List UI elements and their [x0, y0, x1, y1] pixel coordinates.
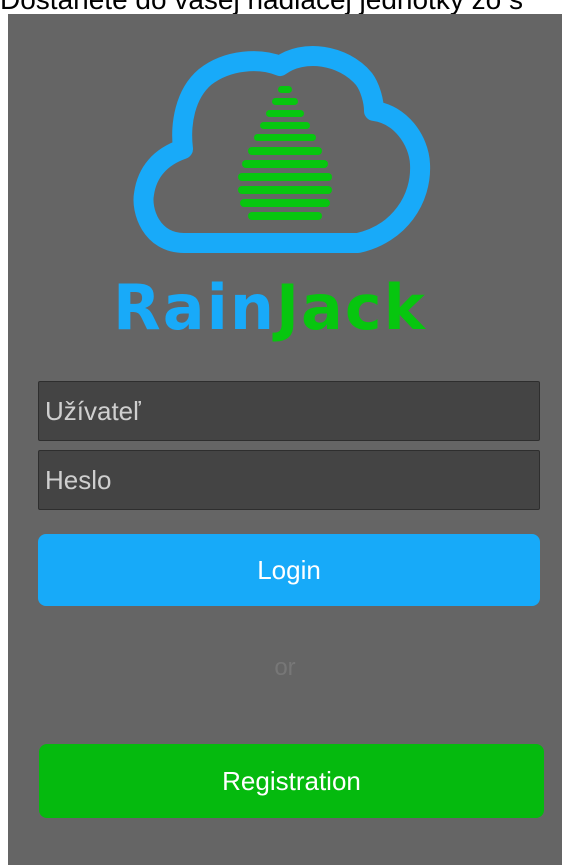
- rain-drop-icon: [238, 86, 332, 220]
- login-button[interactable]: Login: [38, 534, 540, 606]
- or-separator: or: [274, 654, 296, 681]
- username-input[interactable]: [39, 382, 539, 440]
- registration-button-label: Registration: [222, 765, 361, 796]
- password-input[interactable]: [39, 451, 539, 509]
- cropped-header-text: Dostanete do vašej riadiacej jednotky zo…: [0, 0, 523, 14]
- registration-button[interactable]: Registration: [39, 744, 544, 818]
- top-cropped-text-strip: Dostanete do vašej riadiacej jednotky zo…: [0, 0, 562, 14]
- username-field-wrapper: [38, 381, 540, 441]
- password-field-wrapper: [38, 450, 540, 510]
- brand-name-jack: Jack: [272, 271, 427, 344]
- login-panel: RainJack Login or Registration: [8, 14, 562, 865]
- svg-text:RainJack: RainJack: [113, 271, 427, 344]
- brand-name-rain: Rain: [113, 271, 276, 344]
- login-button-label: Login: [257, 554, 321, 585]
- rainjack-logo: RainJack: [113, 46, 431, 344]
